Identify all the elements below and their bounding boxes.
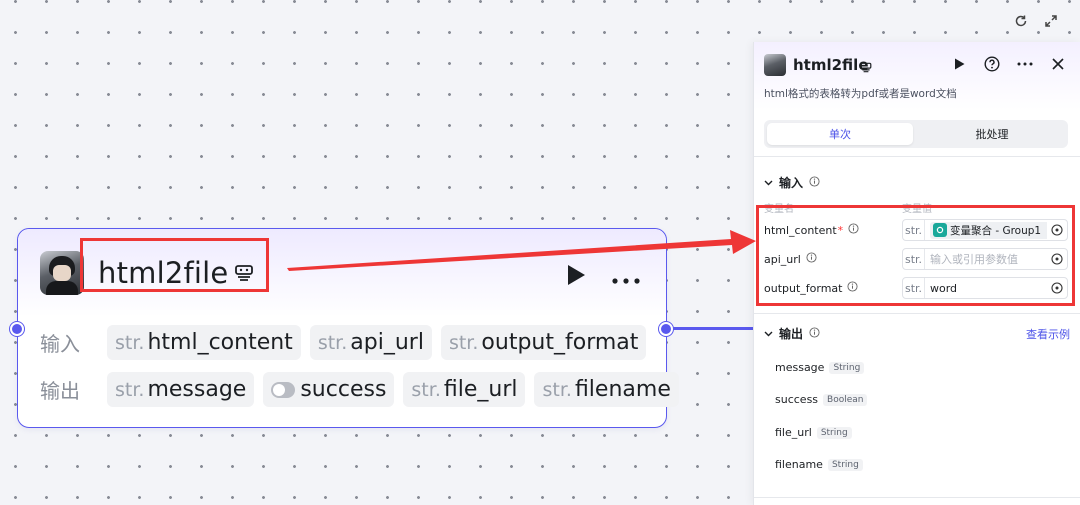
- annotation-arrow: [287, 230, 756, 271]
